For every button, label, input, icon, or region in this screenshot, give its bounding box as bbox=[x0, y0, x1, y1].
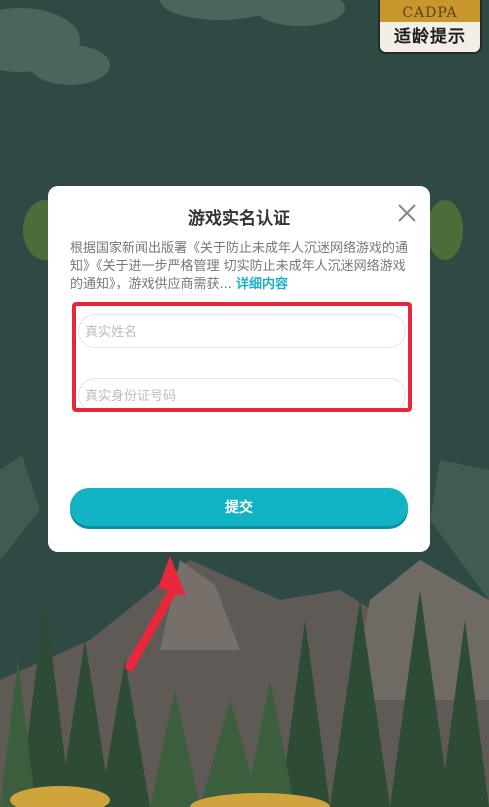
submit-button[interactable]: 提交 bbox=[70, 488, 408, 526]
details-link[interactable]: 详细内容 bbox=[236, 277, 288, 292]
cadpa-label: CADPA bbox=[380, 0, 480, 22]
close-icon[interactable] bbox=[396, 202, 418, 224]
policy-notice: 根据国家新闻出版署《关于防止未成年人沉迷网络游戏的通知》《关于进一步严格管理 切… bbox=[70, 240, 410, 294]
id-number-input[interactable] bbox=[78, 378, 406, 412]
age-rating-badge[interactable]: CADPA 适龄提示 bbox=[378, 0, 482, 54]
real-name-input[interactable] bbox=[78, 314, 406, 348]
dialog-title: 游戏实名认证 bbox=[188, 209, 290, 229]
age-tip-label: 适龄提示 bbox=[394, 27, 466, 47]
real-name-dialog: 游戏实名认证 根据国家新闻出版署《关于防止未成年人沉迷网络游戏的通知》《关于进一… bbox=[48, 186, 430, 552]
